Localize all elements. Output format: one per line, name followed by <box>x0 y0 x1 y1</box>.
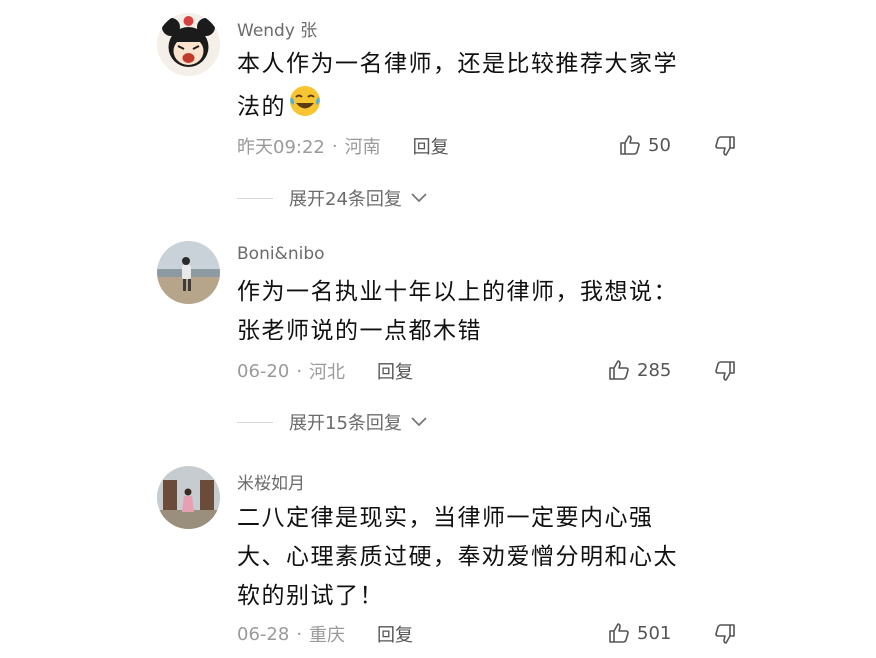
separator-dot: · <box>296 623 303 645</box>
comment-text: 作为一名执业十年以上的律师，我想说： 张老师说的一点都木错 <box>237 273 737 351</box>
timestamp: 06-28 <box>237 623 290 645</box>
thumbs-down-icon <box>715 624 735 644</box>
timestamp: 昨天09:22 <box>237 137 325 158</box>
comment-meta: 昨天09:22 · 河南 回复 <box>237 133 449 159</box>
comment-text-line: 张老师说的一点都木错 <box>237 318 482 344</box>
expand-replies-label: 展开15条回复 <box>289 413 402 434</box>
timestamp: 06-20 <box>237 360 290 382</box>
thumbs-up-icon <box>620 135 640 155</box>
avatar[interactable] <box>157 466 220 529</box>
avatar[interactable] <box>157 241 220 304</box>
comment-text-line: 本人作为一名律师，还是比较推荐大家学 <box>237 51 678 77</box>
comment-text: 本人作为一名律师，还是比较推荐大家学 法的 <box>237 45 737 131</box>
reply-button[interactable]: 回复 <box>377 358 413 384</box>
chevron-down-icon <box>411 417 427 427</box>
like-button[interactable]: 50 <box>618 133 671 157</box>
like-count: 501 <box>637 622 672 644</box>
thumbs-up-icon <box>609 360 629 380</box>
divider-line <box>237 197 273 199</box>
like-count: 50 <box>648 134 671 156</box>
separator-dot: · <box>296 360 303 382</box>
thumbs-down-icon <box>715 136 735 156</box>
comment-meta: 06-28 · 重庆 回复 <box>237 621 413 647</box>
expand-replies-button[interactable]: 展开15条回复 <box>237 409 428 435</box>
comment-text-line: 大、心理素质过硬，奉劝爱憎分明和心太 <box>237 544 678 570</box>
like-button[interactable]: 285 <box>607 358 671 382</box>
username[interactable]: Boni&nibo <box>237 244 325 264</box>
reply-button[interactable]: 回复 <box>377 621 413 647</box>
comment-text: 二八定律是现实，当律师一定要内心强 大、心理素质过硬，奉劝爱憎分明和心太 软的别… <box>237 499 737 616</box>
chevron-down-icon <box>411 193 427 203</box>
comment-text-line: 二八定律是现实，当律师一定要内心强 <box>237 505 654 531</box>
divider-line <box>237 421 273 423</box>
like-count: 285 <box>637 359 672 381</box>
thumbs-up-icon <box>609 623 629 643</box>
dislike-button[interactable] <box>713 134 737 162</box>
like-button[interactable]: 501 <box>607 621 671 645</box>
comment-text-fragment: 法的 <box>237 94 286 120</box>
reply-button[interactable]: 回复 <box>413 133 449 159</box>
avatar[interactable] <box>157 13 220 76</box>
location: 河北 <box>309 362 346 383</box>
laughing-tears-emoji-icon <box>288 84 322 131</box>
comment-text-line: 法的 <box>237 84 737 131</box>
comment-text-line: 软的别试了！ <box>237 583 384 609</box>
expand-replies-label: 展开24条回复 <box>289 189 402 210</box>
username[interactable]: Wendy 张 <box>237 16 317 41</box>
expand-replies-button[interactable]: 展开24条回复 <box>237 185 428 211</box>
comment-meta: 06-20 · 河北 回复 <box>237 358 413 384</box>
dislike-button[interactable] <box>713 359 737 387</box>
comment-text-line: 作为一名执业十年以上的律师，我想说： <box>237 279 678 305</box>
separator-dot: · <box>331 135 338 157</box>
username[interactable]: 米桜如月 <box>237 469 305 494</box>
thumbs-down-icon <box>715 361 735 381</box>
location: 重庆 <box>309 625 346 646</box>
dislike-button[interactable] <box>713 622 737 650</box>
location: 河南 <box>344 137 381 158</box>
